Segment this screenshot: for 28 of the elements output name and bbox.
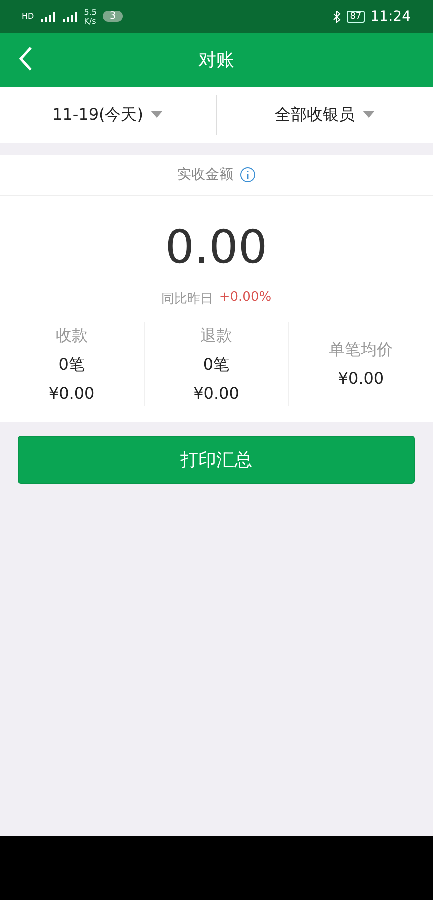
- stat-amount: ¥0.00: [194, 384, 240, 402]
- notification-count: 3: [102, 11, 124, 22]
- network-speed-unit: K/s: [84, 16, 97, 26]
- signal-icon: [62, 12, 78, 22]
- stat-title: 收款: [56, 326, 88, 346]
- battery-level: 87: [347, 10, 365, 22]
- info-icon[interactable]: [240, 167, 256, 183]
- bluetooth-icon: [333, 10, 342, 22]
- back-icon: [19, 46, 33, 70]
- page-title: 对账: [198, 49, 234, 72]
- caret-icon: [151, 111, 164, 119]
- summary-label: 实收金额: [178, 166, 234, 184]
- status-time: 11:24: [370, 8, 411, 24]
- stat-count: 0笔: [58, 354, 85, 376]
- signal-icon: [40, 12, 56, 22]
- network-speed: 5.5: [84, 8, 97, 16]
- filter-dropdown[interactable]: 11-19(今天): [0, 95, 216, 135]
- stat-amount: ¥0.00: [338, 369, 384, 388]
- filter-dropdown[interactable]: 全部收银员: [216, 95, 433, 135]
- stat-count: 0笔: [203, 354, 230, 376]
- stat-title: 退款: [200, 326, 232, 346]
- compare-label: 同比昨日: [161, 291, 214, 308]
- compare-value: +0.00%: [219, 290, 272, 307]
- stat-amount: ¥0.00: [48, 384, 95, 402]
- caret-icon: [363, 111, 375, 119]
- stat-title: 单笔均价: [329, 340, 394, 361]
- hd-indicator: HD: [22, 12, 34, 21]
- amount-value: 0.00: [164, 220, 269, 274]
